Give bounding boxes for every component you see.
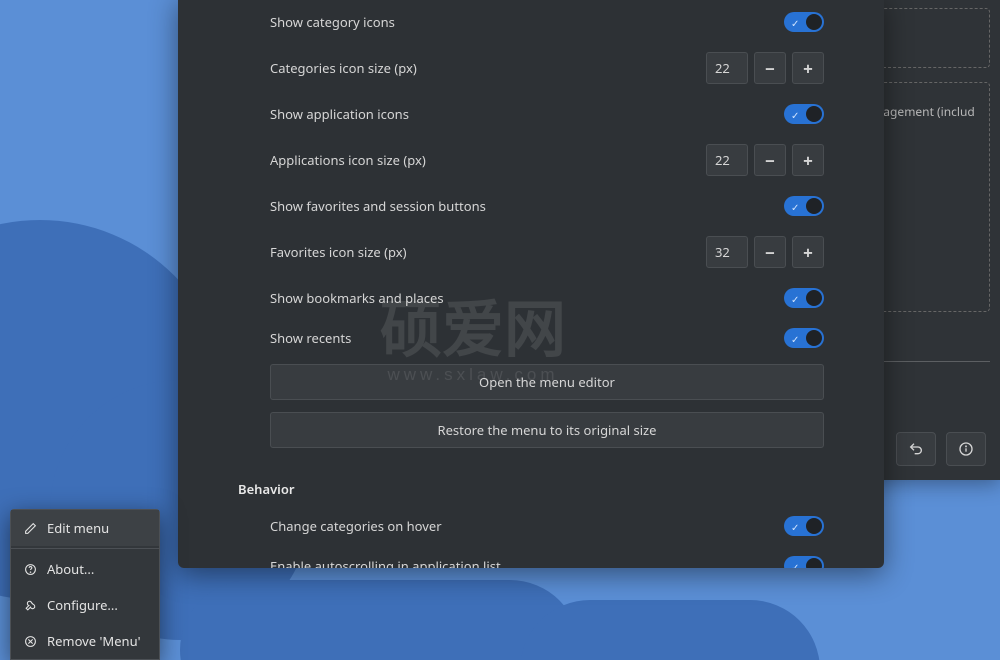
toggle-show-category-icons[interactable]: ✓ [784, 12, 824, 32]
label: Categories icon size (px) [270, 59, 417, 77]
spin-minus-button[interactable]: − [754, 236, 786, 268]
spin-categories-icon-size: 22 − + [706, 52, 824, 84]
label: Applications icon size (px) [270, 151, 426, 169]
row-favorites-icon-size: Favorites icon size (px) 32 − + [178, 226, 884, 278]
toggle-show-bookmarks-places[interactable]: ✓ [784, 288, 824, 308]
ctx-configure[interactable]: Configure... [11, 587, 159, 623]
ctx-label: Configure... [47, 596, 118, 614]
ctx-label: About... [47, 560, 94, 578]
toggle-change-categories-hover[interactable]: ✓ [784, 516, 824, 536]
ctx-about[interactable]: About... [11, 551, 159, 587]
toggle-show-application-icons[interactable]: ✓ [784, 104, 824, 124]
pencil-icon [23, 522, 37, 535]
toggle-show-favorites-session[interactable]: ✓ [784, 196, 824, 216]
ctx-label: Remove 'Menu' [47, 632, 141, 650]
undo-button[interactable] [896, 432, 936, 466]
ctx-remove-menu[interactable]: Remove 'Menu' [11, 623, 159, 659]
info-button[interactable] [946, 432, 986, 466]
menu-settings-window: Show category icons ✓ Categories icon si… [178, 0, 884, 568]
spin-value[interactable]: 32 [706, 236, 748, 268]
row-show-category-icons: Show category icons ✓ [178, 2, 884, 42]
help-icon [23, 563, 37, 576]
restore-menu-size-button[interactable]: Restore the menu to its original size [270, 412, 824, 448]
label: Show favorites and session buttons [270, 197, 486, 215]
label: Favorites icon size (px) [270, 243, 407, 261]
ctx-label: Edit menu [47, 519, 109, 537]
spin-plus-button[interactable]: + [792, 144, 824, 176]
label: Change categories on hover [270, 517, 442, 535]
ctx-edit-menu[interactable]: Edit menu [11, 510, 159, 546]
label: Show category icons [270, 13, 395, 31]
label: Show application icons [270, 105, 409, 123]
toggle-show-recents[interactable]: ✓ [784, 328, 824, 348]
button-label: Open the menu editor [479, 373, 615, 391]
remove-icon [23, 635, 37, 648]
section-behavior-title: Behavior [178, 454, 884, 506]
wrench-icon [23, 599, 37, 612]
label: Show bookmarks and places [270, 289, 444, 307]
row-show-recents: Show recents ✓ [178, 318, 884, 358]
row-show-favorites-session: Show favorites and session buttons ✓ [178, 186, 884, 226]
panel-context-menu: Edit menu About... Configure... Remove '… [10, 509, 160, 660]
row-show-application-icons: Show application icons ✓ [178, 94, 884, 134]
row-change-categories-hover: Change categories on hover ✓ [178, 506, 884, 546]
row-enable-autoscrolling: Enable autoscrolling in application list… [178, 546, 884, 568]
spin-value[interactable]: 22 [706, 52, 748, 84]
label: Enable autoscrolling in application list [270, 557, 501, 568]
row-show-bookmarks-places: Show bookmarks and places ✓ [178, 278, 884, 318]
open-menu-editor-button[interactable]: Open the menu editor [270, 364, 824, 400]
label: Show recents [270, 329, 351, 347]
spin-plus-button[interactable]: + [792, 52, 824, 84]
row-applications-icon-size: Applications icon size (px) 22 − + [178, 134, 884, 186]
spin-plus-button[interactable]: + [792, 236, 824, 268]
toggle-enable-autoscrolling[interactable]: ✓ [784, 556, 824, 568]
spin-minus-button[interactable]: − [754, 52, 786, 84]
button-label: Restore the menu to its original size [437, 421, 656, 439]
spin-minus-button[interactable]: − [754, 144, 786, 176]
row-categories-icon-size: Categories icon size (px) 22 − + [178, 42, 884, 94]
spin-value[interactable]: 22 [706, 144, 748, 176]
spin-applications-icon-size: 22 − + [706, 144, 824, 176]
spin-favorites-icon-size: 32 − + [706, 236, 824, 268]
